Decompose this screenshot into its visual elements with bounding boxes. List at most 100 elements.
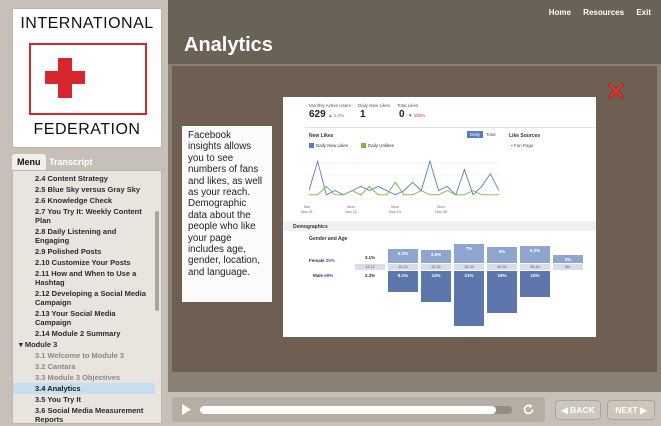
progress-track[interactable] — [200, 406, 512, 414]
header-bar: Home Resources Exit Analytics — [168, 0, 661, 64]
daily-button[interactable]: Daily — [467, 131, 484, 138]
male-bar: 3.3% — [355, 271, 385, 280]
new-likes-line-chart — [309, 159, 499, 200]
male-bar-label: 12% — [431, 273, 441, 278]
age-group-label: 13-17 — [355, 264, 385, 270]
male-bar-label: 21% — [464, 273, 474, 278]
logo-text-bottom: FEDERATION — [33, 121, 141, 138]
stat-label-daily-new-likes: Daily New Likes — [358, 103, 391, 108]
course-menu: 2.4 Content Strategy 2.5 Blue Sky versus … — [12, 170, 162, 424]
menu-item[interactable]: 2.11 How and When to Use a Hashtag — [13, 268, 155, 288]
sidebar-tabs: Menu Transcript — [12, 152, 162, 170]
demographics-bar — [283, 221, 596, 231]
like-source-label: Fan Page — [513, 143, 534, 148]
resources-link[interactable]: Resources — [583, 8, 624, 17]
menu-item[interactable]: 3.6 Social Media Measurement Reports — [13, 405, 155, 423]
tab-menu[interactable]: Menu — [12, 154, 46, 170]
stat-value-total-likes: 0 — [399, 109, 405, 120]
female-pct: 25% — [325, 258, 335, 263]
male-bar: 21% — [454, 271, 484, 326]
page-title: Analytics — [184, 34, 273, 56]
demographics-title: Demographics — [293, 224, 328, 230]
male-bar-label: 3.3% — [364, 273, 376, 278]
stat-change-total-likes: ▼ 100% — [408, 113, 426, 118]
media-player — [172, 397, 545, 422]
menu-item[interactable]: 3.1 Welcome to Module 3 — [13, 350, 155, 361]
menu-item[interactable]: 2.5 Blue Sky versus Gray Sky — [13, 184, 155, 195]
female-bar: 4.9% — [421, 249, 451, 263]
male-summary: Male 69% — [313, 273, 333, 278]
female-bar-label: 7% — [465, 246, 473, 252]
menu-item[interactable]: 3.4 Analytics — [13, 383, 155, 394]
menu-item[interactable]: 2.13 Your Social Media Campaign — [13, 308, 155, 328]
logo-text-top: INTERNATIONAL — [20, 15, 154, 32]
menu-item[interactable]: 2.6 Knowledge Check — [13, 195, 155, 206]
male-bar: 10% — [520, 271, 550, 297]
female-bar-label: 4.9% — [430, 251, 442, 257]
age-group-label: 45-54 — [487, 264, 517, 270]
female-bar-label: 3.1% — [364, 254, 376, 260]
female-bar: 5.2% — [388, 248, 418, 263]
age-group-label: 65+ — [553, 264, 583, 270]
info-callout: Facebook insights allows you to see numb… — [182, 126, 272, 302]
legend-label: Daily New Likes — [316, 143, 349, 148]
menu-scrollbar[interactable] — [155, 211, 159, 311]
male-bar: 8.1% — [388, 271, 418, 293]
menu-item[interactable]: 3.5 You Try It — [13, 394, 155, 405]
tab-transcript[interactable]: Transcript — [44, 154, 98, 170]
age-group-label: 25-34 — [421, 264, 451, 270]
menu-section-module-3[interactable]: ▾ Module 3 — [13, 339, 155, 350]
legend-daily-unlikes[interactable]: Daily Unlikes — [361, 143, 394, 149]
replay-icon[interactable] — [522, 403, 535, 416]
menu-item[interactable]: 2.12 Developing a Social Media Campaign — [13, 288, 155, 308]
next-button[interactable]: NEXT ▶ — [607, 400, 655, 420]
menu-list: 2.4 Content Strategy 2.5 Blue Sky versus … — [13, 173, 155, 423]
menu-item[interactable]: 3.3 Module 3 Objectives — [13, 372, 155, 383]
age-group-label: 18-24 — [388, 264, 418, 270]
menu-item[interactable]: 2.7 You Try It: Weekly Content Plan — [13, 206, 155, 226]
male-bar-label: 8.1% — [397, 273, 409, 278]
x-tick: Mon Nov 12 — [344, 205, 358, 214]
progress-fill — [200, 406, 497, 414]
stat-label-mau: Monthly Active Users — [309, 103, 352, 108]
female-bar: 3% — [553, 254, 583, 263]
gender-age-title: Gender and Age — [309, 236, 348, 242]
divider — [305, 127, 596, 128]
female-bar: 3.1% — [355, 255, 385, 263]
top-navigation: Home Resources Exit — [539, 8, 651, 17]
female-bar: 7% — [454, 244, 484, 263]
stat-value-mau: 629 — [309, 109, 326, 120]
organization-logo: INTERNATIONAL FEDERATION — [12, 8, 162, 148]
menu-item[interactable]: 2.14 Module 2 Summary — [13, 328, 155, 339]
play-icon[interactable] — [180, 403, 192, 416]
female-label: Female — [309, 258, 325, 263]
stat-change-mau: ▲ 1.4% — [328, 113, 344, 118]
female-summary: Female 25% — [309, 258, 335, 263]
female-bar-label: 3% — [564, 256, 572, 262]
cross-crescent-emblem — [29, 43, 147, 115]
facebook-insights-screenshot: Monthly Active Users 629 ▲ 1.4% Daily Ne… — [283, 97, 596, 337]
x-tick: Mon Nov 26 — [434, 205, 448, 214]
female-bar: 6.2% — [520, 246, 550, 263]
back-button[interactable]: ◀ BACK — [555, 400, 601, 420]
male-pct: 69% — [324, 273, 334, 278]
menu-item[interactable]: 2.4 Content Strategy — [13, 173, 155, 184]
home-link[interactable]: Home — [549, 8, 571, 17]
total-button[interactable]: Total — [483, 131, 499, 138]
menu-item[interactable]: 2.8 Daily Listening and Engaging — [13, 226, 155, 246]
close-icon[interactable] — [605, 80, 627, 102]
x-tick: Mon Nov 19 — [388, 205, 402, 214]
male-bar: 12% — [421, 271, 451, 303]
x-tick: Sun Nov 11 — [301, 205, 313, 214]
exit-link[interactable]: Exit — [636, 8, 651, 17]
menu-item[interactable]: 3.2 Cantara — [13, 361, 155, 372]
legend-daily-new-likes[interactable]: Daily New Likes — [309, 143, 349, 149]
stat-label-total-likes: Total Likes — [397, 103, 419, 108]
female-bar-label: 6% — [498, 248, 506, 254]
menu-item[interactable]: 2.9 Polished Posts — [13, 246, 155, 257]
menu-item[interactable]: 2.10 Customize Your Posts — [13, 257, 155, 268]
like-sources-title: Like Sources — [509, 133, 541, 139]
male-bar-label: 10% — [530, 273, 540, 278]
female-bar-label: 5.2% — [397, 250, 409, 256]
series-line-new-likes — [309, 159, 499, 196]
